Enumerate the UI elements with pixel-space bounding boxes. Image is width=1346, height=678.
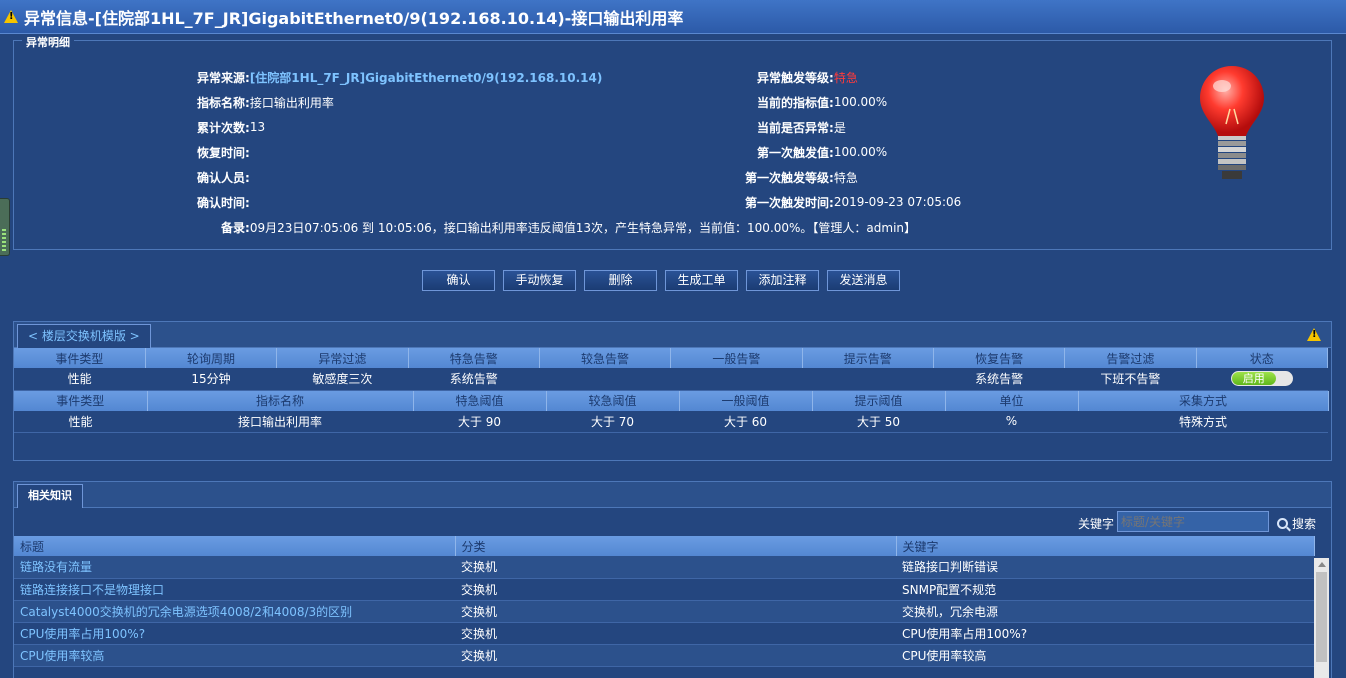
status-toggle-label: 启用 [1231, 372, 1276, 386]
template-panel-header: < 楼层交换机模版 > [14, 322, 1331, 348]
warning-icon [1307, 328, 1321, 341]
warning-icon [4, 10, 18, 23]
status-toggle[interactable]: 启用 [1230, 371, 1293, 387]
confirm-user-row: 确认人员: [197, 170, 250, 185]
scrollbar-thumb[interactable] [1316, 572, 1327, 662]
first-value-row: 第一次触发值: 100.00% [757, 145, 888, 160]
confirm-time-row: 确认时间: [197, 195, 250, 210]
knowledge-title-link[interactable]: Catalyst4000交换机的冗余电源选项4008/2和4008/3的区别 [14, 600, 455, 623]
current-value-row: 当前的指标值: 100.00% [757, 95, 888, 110]
tab-floor-switch-template[interactable]: < 楼层交换机模版 > [17, 324, 151, 348]
alarm-rule-table: 事件类型 轮询周期 异常过滤 特急告警 较急告警 一般告警 提示告警 恢复告警 … [14, 348, 1329, 391]
first-level-row: 第一次触发等级: 特急 [745, 170, 858, 185]
search-button[interactable]: 搜索 [1277, 515, 1316, 532]
count-row: 累计次数: 13 [197, 120, 266, 135]
side-drawer-handle[interactable] [0, 198, 10, 256]
is-abnormal-row: 当前是否异常: 是 [757, 120, 846, 135]
table-row[interactable]: 链路连接接口不是物理接口 交换机 SNMP配置不规范 [14, 578, 1314, 601]
create-ticket-button[interactable]: 生成工单 [665, 270, 738, 291]
table-header-row: 事件类型 指标名称 特急阈值 较急阈值 一般阈值 提示阈值 单位 采集方式 [14, 390, 1329, 411]
manual-recover-button[interactable]: 手动恢复 [503, 270, 576, 291]
knowledge-title-link[interactable]: CPU使用率较高 [14, 644, 455, 667]
table-row: 性能 15分钟 敏感度三次 系统告警 系统告警 下班不告警 启用 [14, 368, 1328, 391]
send-message-button[interactable]: 发送消息 [827, 270, 900, 291]
confirm-button[interactable]: 确认 [422, 270, 495, 291]
knowledge-panel-header: 相关知识 [14, 482, 1331, 508]
alarm-bulb-icon [1200, 66, 1264, 179]
table-row[interactable]: Catalyst4000交换机的冗余电源选项4008/2和4008/3的区别 交… [14, 600, 1314, 623]
detail-legend: 异常明细 [22, 34, 74, 50]
table-row[interactable]: CPU使用率较高 交换机 CPU使用率较高 [14, 644, 1314, 667]
knowledge-table: 标题 分类 关键字 链路没有流量 交换机 链路接口判断错误 链路连接接口不是物理… [14, 536, 1315, 667]
delete-button[interactable]: 删除 [584, 270, 657, 291]
knowledge-title-link[interactable]: 链路没有流量 [14, 556, 455, 579]
knowledge-title-link[interactable]: CPU使用率占用100%? [14, 622, 455, 645]
knowledge-panel: 相关知识 关键字 搜索 标题 分类 关键字 链路没有流量 交换机 链路接口判断错… [13, 481, 1332, 678]
knowledge-title-link[interactable]: 链路连接接口不是物理接口 [14, 578, 455, 601]
first-time-row: 第一次触发时间: 2019-09-23 07:05:06 [745, 195, 962, 210]
table-header-row: 事件类型 轮询周期 异常过滤 特急告警 较急告警 一般告警 提示告警 恢复告警 … [14, 348, 1329, 368]
action-toolbar: 确认 手动恢复 删除 生成工单 添加注释 发送消息 [422, 270, 900, 291]
table-row[interactable]: 链路没有流量 交换机 链路接口判断错误 [14, 556, 1314, 579]
add-note-button[interactable]: 添加注释 [746, 270, 819, 291]
level-row: 异常触发等级: 特急 [757, 70, 858, 85]
threshold-table: 事件类型 指标名称 特急阈值 较急阈值 一般阈值 提示阈值 单位 采集方式 性能… [14, 390, 1329, 433]
source-row: 异常来源: [住院部1HL_7F_JR]GigabitEthernet0/9(1… [197, 69, 603, 86]
recover-time-row: 恢复时间: [197, 145, 250, 160]
table-row[interactable]: CPU使用率占用100%? 交换机 CPU使用率占用100%? [14, 622, 1314, 645]
metric-row: 指标名称: 接口输出利用率 [197, 95, 334, 110]
keyword-input[interactable] [1117, 511, 1269, 532]
table-row: 性能 接口输出利用率 大于 90 大于 70 大于 60 大于 50 % 特殊方… [14, 410, 1328, 433]
table-header-row: 标题 分类 关键字 [14, 536, 1315, 556]
level-badge: 特急 [833, 70, 858, 85]
title-bar: 异常信息-[住院部1HL_7F_JR]GigabitEthernet0/9(19… [0, 0, 1346, 34]
scroll-up-arrow-icon[interactable] [1318, 562, 1326, 567]
knowledge-scrollbar[interactable] [1314, 558, 1329, 678]
window-title: 异常信息-[住院部1HL_7F_JR]GigabitEthernet0/9(19… [24, 8, 684, 28]
remark-row: 备录: 09月23日07:05:06 到 10:05:06，接口输出利用率违反阈… [221, 220, 917, 235]
source-link[interactable]: [住院部1HL_7F_JR]GigabitEthernet0/9(192.168… [250, 69, 603, 86]
template-panel: < 楼层交换机模版 > 事件类型 轮询周期 异常过滤 特急告警 较急告警 一般告… [13, 321, 1332, 461]
keyword-label: 关键字 [1078, 517, 1115, 531]
tab-related-knowledge[interactable]: 相关知识 [17, 484, 83, 508]
search-icon [1277, 518, 1288, 529]
knowledge-search-bar: 关键字 搜索 [14, 508, 1331, 536]
